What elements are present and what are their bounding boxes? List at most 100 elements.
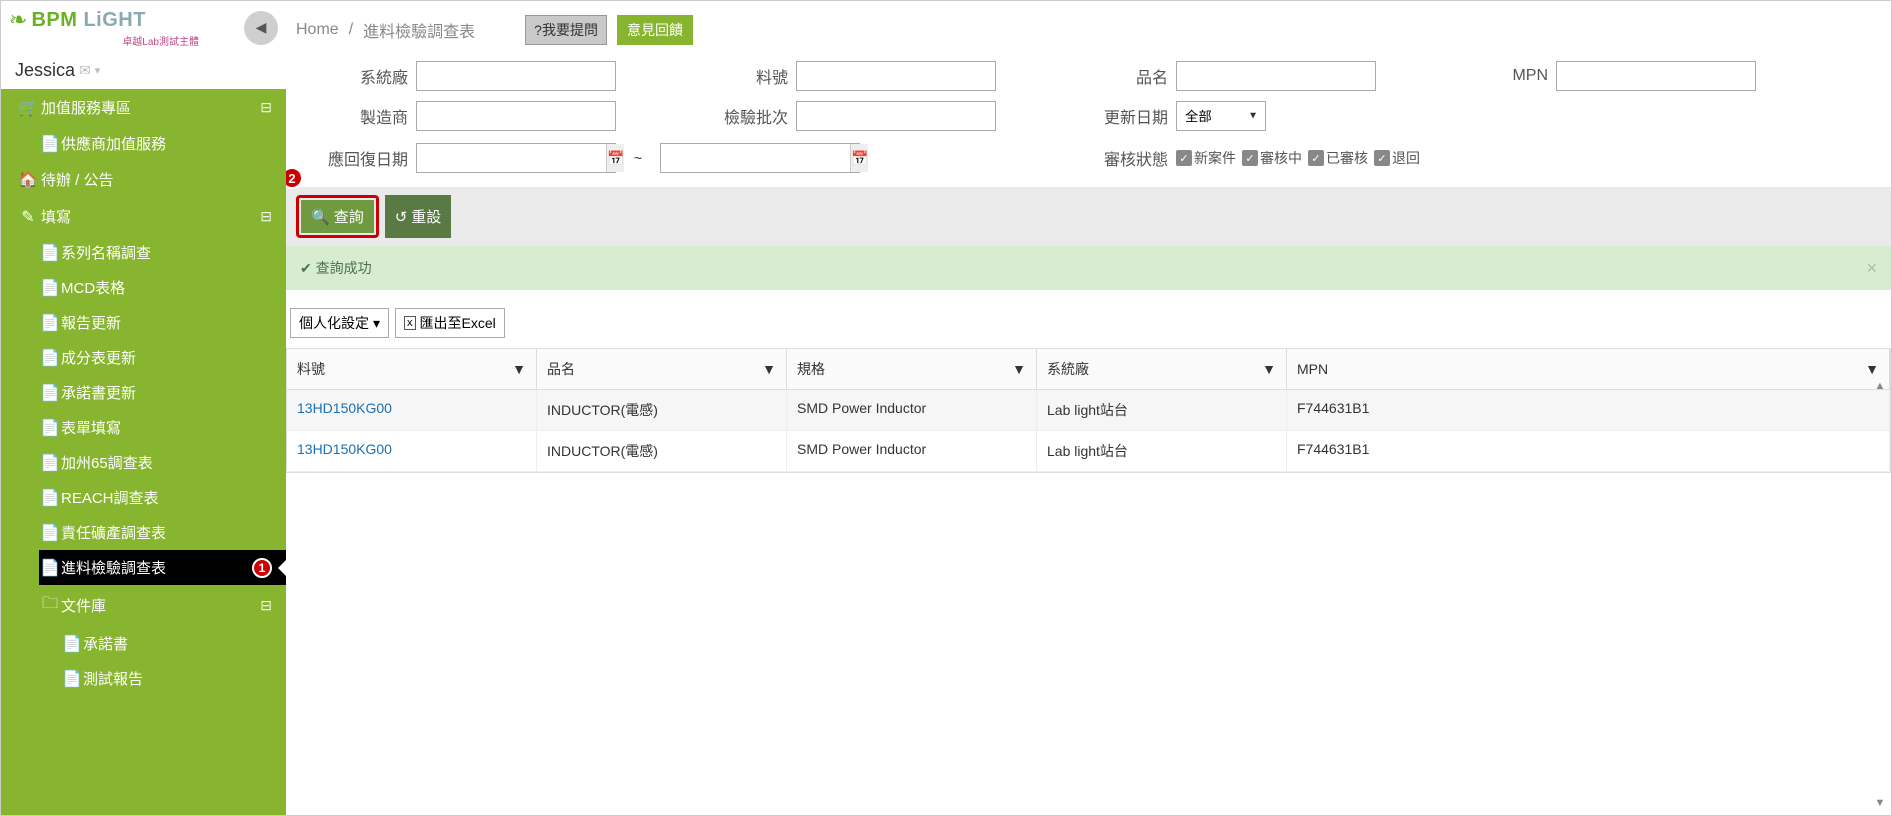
user-menu[interactable]: Jessica ✉ ▾ (1, 54, 286, 89)
filter-icon[interactable]: ▼ (1262, 361, 1276, 377)
document-icon: 📄 (61, 669, 83, 689)
document-icon: 📄 (39, 313, 61, 333)
breadcrumb-home[interactable]: Home (296, 21, 339, 39)
nav: 🛒 加值服務專區 ⊟ 📄 供應商加值服務 🏠 待辦 / 公告 ✎ 填寫 ⊟ (1, 89, 286, 815)
table-row[interactable]: 13HD150KG00 INDUCTOR(電感) SMD Power Induc… (287, 431, 1890, 472)
status-opt-rejected[interactable]: ✓退回 (1374, 148, 1420, 168)
nav-section-addon[interactable]: 🛒 加值服務專區 ⊟ (1, 89, 286, 126)
reset-button[interactable]: ↺ 重設 (385, 195, 452, 238)
export-label: 匯出至Excel (420, 313, 496, 333)
export-excel-button[interactable]: x 匯出至Excel (395, 308, 505, 338)
reply-to-date: 📅 (660, 143, 860, 173)
cell-mpn: F744631B1 (1287, 390, 1890, 430)
nav-item-label: 文件庫 (61, 595, 260, 616)
nav-item-cal65[interactable]: 📄加州65調查表 (39, 445, 286, 480)
highlight-frame: 🔍 查詢 (296, 195, 379, 238)
nav-item-label: 承諾書 (83, 633, 272, 654)
nav-item-reach[interactable]: 📄REACH調查表 (39, 480, 286, 515)
nav-item-test-report[interactable]: 📄測試報告 (61, 661, 286, 696)
partno-input[interactable] (796, 61, 996, 91)
document-icon: 📄 (39, 488, 61, 508)
nav-item-label: 進料檢驗調查表 (61, 557, 246, 578)
nav-item-label: 責任礦產調查表 (61, 522, 272, 543)
reply-from-input[interactable] (417, 144, 606, 172)
personalize-label: 個人化設定 (299, 313, 369, 333)
nav-item-commitment-update[interactable]: 📄承諾書更新 (39, 375, 286, 410)
nav-item-commitment[interactable]: 📄承諾書 (61, 626, 286, 661)
caret-down-icon: ▾ (373, 315, 380, 332)
col-header-partno[interactable]: 料號▼ (287, 349, 537, 389)
main: Home / 進料檢驗調查表 ?我要提問 意見回饋 系統廠 料號 品名 MPN (286, 1, 1891, 815)
checkbox-icon: ✓ (1374, 150, 1390, 166)
maker-input[interactable] (416, 101, 616, 131)
nav-item-label: MCD表格 (61, 277, 272, 298)
document-icon: 📄 (39, 278, 61, 298)
status-opt-new[interactable]: ✓新案件 (1176, 148, 1236, 168)
folder-icon: 🗀 (39, 592, 61, 619)
page-title: 進料檢驗調查表 (363, 18, 475, 42)
col-header-mpn[interactable]: MPN▼ (1287, 349, 1890, 389)
table-row[interactable]: 13HD150KG00 INDUCTOR(電感) SMD Power Induc… (287, 390, 1890, 431)
col-header-system[interactable]: 系統廠▼ (1037, 349, 1287, 389)
nav-item-form-fill[interactable]: 📄表單填寫 (39, 410, 286, 445)
chevron-down-icon: ▾ (95, 64, 101, 77)
label-prodname: 品名 (996, 64, 1176, 88)
collapse-icon: ⊟ (260, 597, 272, 614)
close-alert-button[interactable]: × (1866, 258, 1877, 279)
label-batch: 檢驗批次 (616, 104, 796, 128)
prodname-input[interactable] (1176, 61, 1376, 91)
system-input[interactable] (416, 61, 616, 91)
nav-item-doc-lib[interactable]: 🗀文件庫⊟ (39, 585, 286, 626)
col-header-prodname[interactable]: 品名▼ (537, 349, 787, 389)
action-bar: 2 🔍 查詢 ↺ 重設 (286, 187, 1891, 246)
nav-item-supplier-addon[interactable]: 📄 供應商加值服務 (39, 126, 286, 161)
label-status: 審核狀態 (860, 146, 1176, 170)
grid-header: 料號▼ 品名▼ 規格▼ 系統廠▼ MPN▼ (287, 349, 1890, 390)
collapse-sidebar-button[interactable]: ◀ (244, 11, 278, 45)
undo-icon: ↺ (395, 208, 408, 226)
label-mpn: MPN (1376, 67, 1556, 85)
label-partno: 料號 (616, 64, 796, 88)
col-header-spec[interactable]: 規格▼ (787, 349, 1037, 389)
nav-item-incoming-inspection[interactable]: 📄 進料檢驗調查表 1 (39, 550, 286, 585)
partno-link[interactable]: 13HD150KG00 (297, 441, 392, 457)
nav-item-minerals[interactable]: 📄責任礦產調查表 (39, 515, 286, 550)
nav-section-fill[interactable]: ✎ 填寫 ⊟ (1, 198, 286, 235)
document-icon: 📄 (39, 453, 61, 473)
nav-item-mcd[interactable]: 📄MCD表格 (39, 270, 286, 305)
status-opt-approved[interactable]: ✓已審核 (1308, 148, 1368, 168)
scroll-down-icon[interactable]: ▼ (1875, 797, 1886, 809)
filter-icon[interactable]: ▼ (1865, 361, 1879, 377)
document-icon: 📄 (39, 523, 61, 543)
personalize-button[interactable]: 個人化設定 ▾ (290, 308, 389, 338)
status-opt-review[interactable]: ✓審核中 (1242, 148, 1302, 168)
cell-spec: SMD Power Inductor (787, 390, 1037, 430)
partno-link[interactable]: 13HD150KG00 (297, 400, 392, 416)
cell-prodname: INDUCTOR(電感) (537, 390, 787, 430)
nav-item-composition[interactable]: 📄成分表更新 (39, 340, 286, 375)
updated-select[interactable]: 全部 (1176, 101, 1266, 131)
filter-icon[interactable]: ▼ (762, 361, 776, 377)
scroll-up-icon[interactable]: ▲ (1875, 380, 1886, 392)
label-system: 系統廠 (296, 64, 416, 88)
batch-input[interactable] (796, 101, 996, 131)
feedback-button[interactable]: 意見回饋 (617, 15, 693, 45)
checkbox-icon: ✓ (1308, 150, 1324, 166)
ask-question-button[interactable]: ?我要提問 (525, 15, 607, 45)
search-button[interactable]: 🔍 查詢 (301, 200, 374, 233)
document-icon: 📄 (39, 418, 61, 438)
filter-icon[interactable]: ▼ (512, 361, 526, 377)
cart-icon: 🛒 (15, 98, 41, 118)
reply-to-input[interactable] (661, 144, 850, 172)
nav-item-series[interactable]: 📄系列名稱調查 (39, 235, 286, 270)
document-icon: 📄 (61, 634, 83, 654)
filter-icon[interactable]: ▼ (1012, 361, 1026, 377)
nav-item-report-update[interactable]: 📄報告更新 (39, 305, 286, 340)
document-icon: 📄 (39, 348, 61, 368)
brand-sub: 卓越Lab測試主體 (9, 33, 244, 48)
mpn-input[interactable] (1556, 61, 1756, 91)
nav-item-label: 承諾書更新 (61, 382, 272, 403)
nav-section-todo[interactable]: 🏠 待辦 / 公告 (1, 161, 286, 198)
nav-section-label: 待辦 / 公告 (41, 169, 272, 190)
data-grid: 料號▼ 品名▼ 規格▼ 系統廠▼ MPN▼ 13HD150KG00 INDUCT… (286, 348, 1891, 473)
